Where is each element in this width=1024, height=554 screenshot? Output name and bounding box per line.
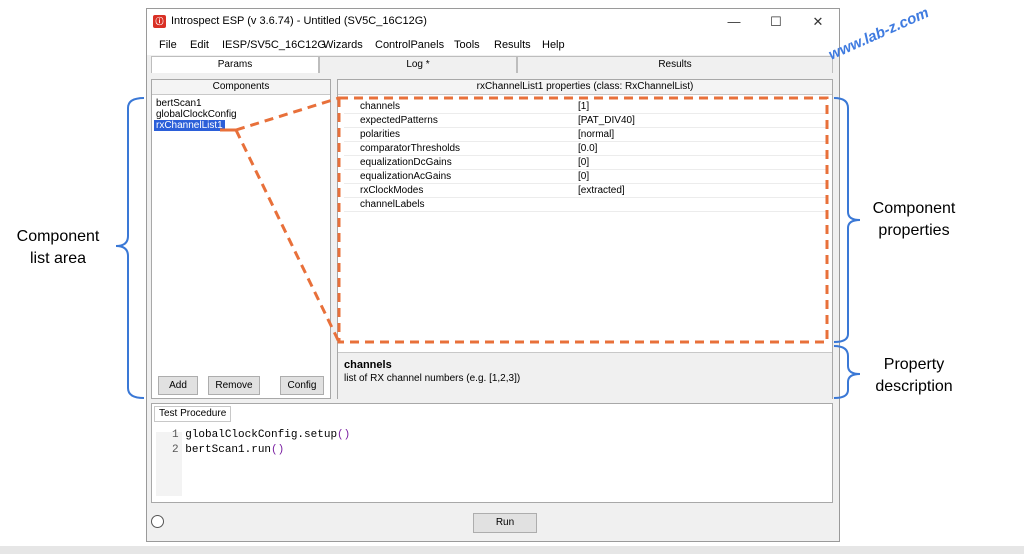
component-list-bracket [115, 97, 145, 399]
component-properties-bracket [833, 97, 861, 343]
annotation-line: list area [29, 250, 87, 267]
annotation-component-list: Component list area [4, 226, 112, 270]
annotation-line: Property [883, 356, 945, 373]
annotation-overlay [115, 96, 861, 399]
connector-line-top [235, 96, 340, 132]
annotation-line: properties [878, 222, 950, 239]
property-description-bracket [833, 345, 861, 399]
annotation-line: Component [16, 228, 100, 245]
annotation-line: Component [872, 200, 956, 217]
annotation-line: description [875, 378, 953, 395]
connector-line-bottom [234, 129, 341, 343]
properties-highlight-box [337, 96, 829, 344]
bottom-strip [0, 546, 1024, 554]
annotation-component-properties: Component properties [864, 198, 964, 242]
annotation-property-description: Property description [864, 354, 964, 398]
